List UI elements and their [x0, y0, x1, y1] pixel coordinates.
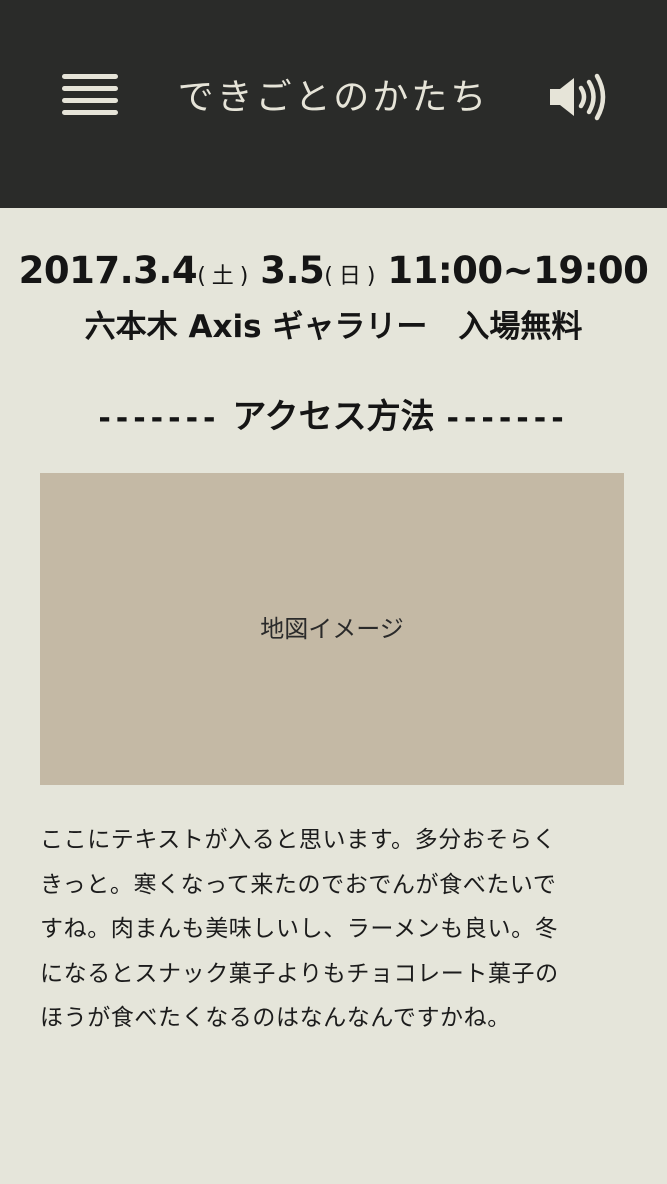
- description-line: ここにテキストが入ると思います。多分おそらく: [40, 827, 557, 853]
- map-placeholder-label: 地図イメージ: [260, 615, 404, 643]
- description-line: になるとスナック菓子よりもチョコレート菓子の: [40, 960, 559, 987]
- app-title: できごとのかたち: [177, 77, 490, 118]
- description-line: ほうが食べたくなるのはなんなんですかね。: [40, 1005, 511, 1031]
- event-admission: 入場無料: [458, 309, 583, 345]
- menu-bar: [62, 86, 118, 91]
- event-venue-line: 六本木 Axis ギャラリー 入場無料: [0, 300, 667, 354]
- speaker-volume-icon[interactable]: [546, 72, 610, 122]
- menu-bar: [62, 74, 118, 79]
- event-day-end: ( 日 ): [324, 264, 375, 289]
- event-venue: 六本木 Axis ギャラリー: [84, 309, 428, 345]
- map-image[interactable]: 地図イメージ: [40, 473, 624, 785]
- heading-divider-left: -------: [98, 401, 221, 436]
- description-line: すね。肉まんも美味しいし、ラーメンも良い。冬: [40, 916, 559, 942]
- access-title: アクセス方法: [232, 397, 435, 437]
- description-text: ここにテキストが入ると思います。多分おそらく きっと。寒くなって来たのでおでんが…: [40, 818, 630, 1041]
- menu-bar: [62, 110, 118, 115]
- description-line: きっと。寒くなって来たのでおでんが食べたいで: [40, 871, 557, 898]
- menu-bar: [62, 98, 118, 103]
- app-header: できごとのかたち: [0, 0, 667, 208]
- event-day-start: ( 土 ): [197, 264, 248, 289]
- access-section-heading: ------- アクセス方法 -------: [0, 390, 667, 444]
- event-date-end: 3.5: [260, 249, 325, 292]
- event-time: 11:00~19:00: [387, 249, 649, 292]
- heading-divider-right: -------: [446, 401, 569, 436]
- event-datetime: 2017.3.4( 土 ) 3.5( 日 ) 11:00~19:00: [0, 244, 667, 298]
- event-date-start: 2017.3.4: [18, 249, 198, 292]
- hamburger-menu-icon[interactable]: [62, 72, 118, 120]
